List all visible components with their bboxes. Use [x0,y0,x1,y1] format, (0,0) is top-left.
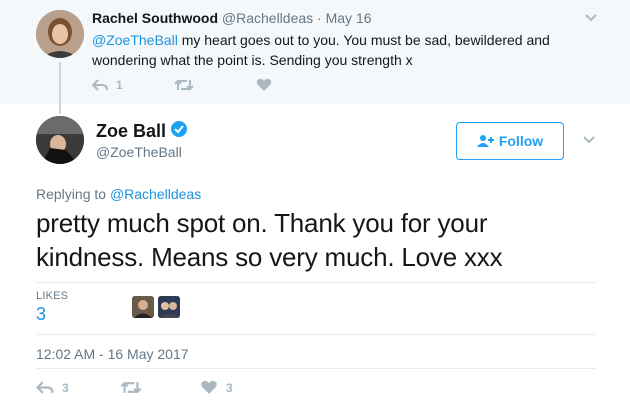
parent-mention-link[interactable]: @ZoeTheBall [92,32,178,48]
parent-author-name[interactable]: Rachel Southwood [92,10,218,26]
heart-icon [201,380,217,394]
like-count: 3 [226,380,233,395]
divider [36,282,596,283]
thread-connector-line [59,62,61,114]
heart-icon [256,78,272,91]
chevron-down-icon[interactable] [582,132,596,150]
likes-stat[interactable]: LIKES 3 [36,290,68,325]
replying-to: Replying to @Rachelldeas [36,186,201,202]
tweet-timestamp[interactable]: 12:02 AM - 16 May 2017 [36,346,189,362]
reply-icon [36,381,54,394]
liker-avatar[interactable] [158,296,180,318]
parent-tweet-text: @ZoeTheBall my heart goes out to you. Yo… [92,30,592,70]
chevron-down-icon[interactable] [584,10,598,28]
retweet-icon [120,381,142,394]
author-avatar[interactable] [36,116,84,164]
author-name-row: Zoe Ball [96,120,188,143]
parent-header: Rachel Southwood @Rachelldeas · May 16 [92,10,372,26]
likes-value: 3 [36,304,47,324]
author-handle[interactable]: @ZoeTheBall [96,144,182,160]
reply-count: 3 [62,380,69,395]
parent-like-button[interactable] [256,78,280,92]
verified-badge-icon [170,120,188,143]
retweet-button[interactable] [120,380,150,395]
divider [36,368,596,369]
parent-separator: · [317,10,322,26]
replying-to-prefix: Replying to [36,186,110,202]
likes-label: LIKES [36,290,69,302]
parent-reply-count: 1 [116,78,123,92]
follow-button[interactable]: Follow [456,122,564,160]
parent-date[interactable]: May 16 [326,10,372,26]
like-button[interactable]: 3 [200,380,233,395]
retweet-icon [174,79,194,91]
reply-button[interactable]: 3 [36,380,69,395]
liker-avatar[interactable] [132,296,154,318]
reply-icon [92,79,108,91]
parent-reply-button[interactable]: 1 [92,78,123,92]
tweet-text: pretty much spot on. Thank you for your … [36,208,503,272]
likers-avatars [132,296,184,318]
parent-avatar[interactable] [36,10,84,58]
parent-author-handle[interactable]: @Rachelldeas [222,10,313,26]
follow-button-label: Follow [498,133,544,149]
replying-to-link[interactable]: @Rachelldeas [110,186,201,202]
author-name[interactable]: Zoe Ball [96,121,166,142]
parent-retweet-button[interactable] [174,78,202,92]
add-user-icon [476,135,494,147]
parent-tweet[interactable]: Rachel Southwood @Rachelldeas · May 16 @… [0,0,630,104]
divider [36,334,596,335]
